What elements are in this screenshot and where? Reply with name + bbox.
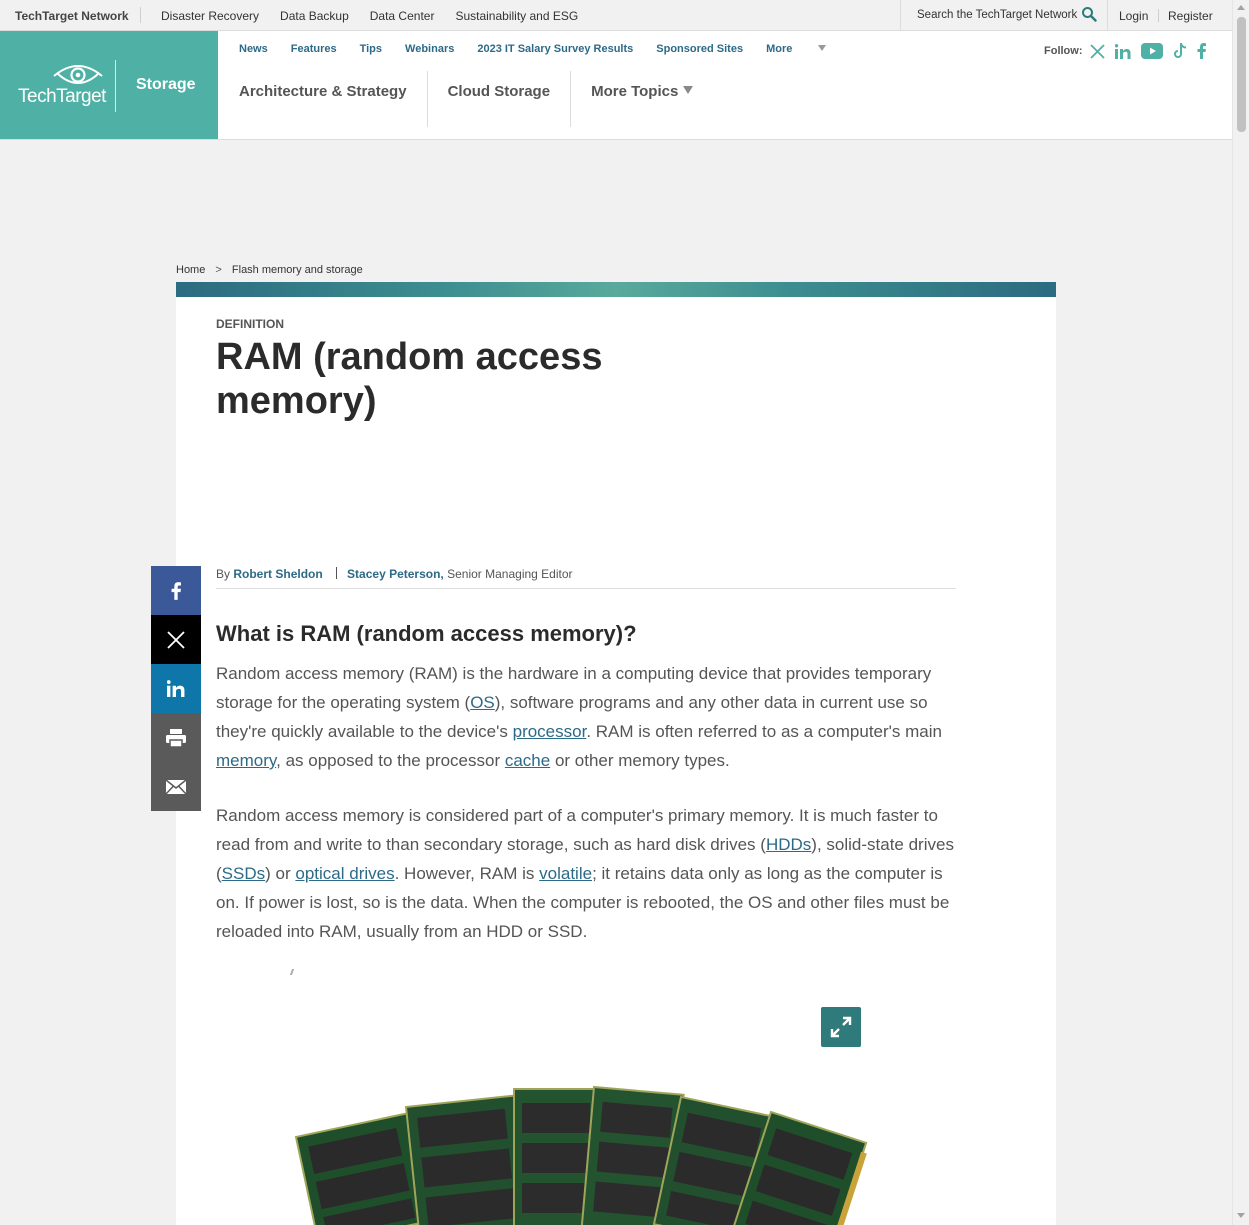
link-ssds[interactable]: SSDs xyxy=(222,864,265,883)
logo-text: TechTarget xyxy=(18,86,106,107)
breadcrumb: Home > Flash memory and storage xyxy=(176,264,363,276)
site-name[interactable]: Storage xyxy=(136,76,196,94)
linkedin-icon xyxy=(167,680,185,697)
scroll-down-arrow-icon[interactable] xyxy=(1237,1213,1245,1218)
article-paragraph-1: Random access memory (RAM) is the hardwa… xyxy=(216,659,961,775)
topic-label: Cloud Storage xyxy=(447,83,551,100)
topic-label: More Topics xyxy=(591,83,679,100)
share-x-button[interactable] xyxy=(151,615,201,664)
byline: By Robert Sheldon Stacey Peterson, Senio… xyxy=(216,567,956,589)
sub-navigation: News Features Tips Webinars 2023 IT Sala… xyxy=(239,43,872,55)
subnav-webinars[interactable]: Webinars xyxy=(405,43,454,55)
divider xyxy=(115,60,116,112)
login-link[interactable]: Login xyxy=(1119,9,1148,23)
facebook-icon xyxy=(171,581,181,600)
page-scrollbar[interactable] xyxy=(1232,0,1249,1225)
subnav-features[interactable]: Features xyxy=(291,43,337,55)
search-input[interactable]: Search the TechTarget Network xyxy=(917,9,1077,21)
breadcrumb-current[interactable]: Flash memory and storage xyxy=(232,264,363,276)
text-segment: ) or xyxy=(265,864,296,883)
page-title: RAM (random access memory) xyxy=(216,336,603,422)
link-processor[interactable]: processor xyxy=(513,722,587,741)
follow-links: Follow: xyxy=(1044,43,1216,59)
share-facebook-button[interactable] xyxy=(151,566,201,615)
link-optical-drives[interactable]: optical drives xyxy=(295,864,394,883)
techtarget-eye-logo xyxy=(53,65,103,84)
text-segment: , as opposed to the processor xyxy=(276,751,505,770)
topic-architecture-strategy[interactable]: Architecture & Strategy xyxy=(219,71,428,127)
link-volatile[interactable]: volatile xyxy=(539,864,592,883)
article-type-label: DEFINITION xyxy=(216,317,284,331)
author-role: Senior Managing Editor xyxy=(447,567,573,581)
section-heading: What is RAM (random access memory)? xyxy=(216,621,637,646)
link-hdds[interactable]: HDDs xyxy=(766,835,811,854)
subnav-more-label: More xyxy=(766,43,793,55)
scroll-up-arrow-icon[interactable] xyxy=(1237,5,1245,10)
breadcrumb-home[interactable]: Home xyxy=(176,264,205,276)
email-button[interactable] xyxy=(151,762,201,811)
image-artifact xyxy=(289,969,295,975)
text-segment: . RAM is often referred to as a computer… xyxy=(586,722,942,741)
article-header-bar xyxy=(176,282,1056,297)
network-link-disaster-recovery[interactable]: Disaster Recovery xyxy=(161,9,259,23)
network-link-sustainability[interactable]: Sustainability and ESG xyxy=(455,9,578,23)
email-icon xyxy=(165,778,187,795)
chevron-down-icon xyxy=(818,45,827,51)
link-cache[interactable]: cache xyxy=(505,751,550,770)
ram-modules-image xyxy=(294,1085,868,1225)
author-link-robert-sheldon[interactable]: Robert Sheldon xyxy=(233,567,322,581)
link-memory[interactable]: memory xyxy=(216,751,276,770)
subnav-news[interactable]: News xyxy=(239,43,268,55)
topic-cloud-storage[interactable]: Cloud Storage xyxy=(428,71,572,127)
article-body: DEFINITION RAM (random access memory) By… xyxy=(176,297,1056,1225)
topic-label: Architecture & Strategy xyxy=(239,83,407,100)
link-os[interactable]: OS xyxy=(470,693,495,712)
divider xyxy=(1158,9,1159,22)
network-bar: TechTarget Network Disaster Recovery Dat… xyxy=(0,0,1232,31)
network-links: Disaster Recovery Data Backup Data Cente… xyxy=(161,9,578,23)
breadcrumb-separator: > xyxy=(215,264,222,276)
expand-image-button[interactable] xyxy=(821,1007,861,1047)
linkedin-icon[interactable] xyxy=(1114,43,1131,59)
chevron-down-icon xyxy=(683,86,694,94)
tiktok-icon[interactable] xyxy=(1173,43,1187,59)
print-button[interactable] xyxy=(151,713,201,762)
divider xyxy=(140,7,141,23)
print-icon xyxy=(166,728,186,748)
site-header: TechTarget Storage News Features Tips We… xyxy=(0,31,1232,140)
author-link-stacey-peterson[interactable]: Stacey Peterson, xyxy=(347,567,444,581)
share-linkedin-button[interactable] xyxy=(151,664,201,713)
topic-navigation: Architecture & Strategy Cloud Storage Mo… xyxy=(219,71,713,127)
byline-prefix: By xyxy=(216,567,231,581)
follow-label: Follow: xyxy=(1044,45,1083,57)
scrollbar-thumb[interactable] xyxy=(1237,17,1246,132)
subnav-more[interactable]: More xyxy=(766,43,849,55)
facebook-icon[interactable] xyxy=(1197,43,1206,59)
network-name-link[interactable]: TechTarget Network xyxy=(15,9,129,23)
brand-block[interactable]: TechTarget Storage xyxy=(0,31,218,139)
search-icon[interactable] xyxy=(1081,6,1097,22)
register-link[interactable]: Register xyxy=(1168,9,1213,23)
share-bar xyxy=(151,566,201,811)
network-search[interactable]: Search the TechTarget Network xyxy=(900,0,1108,30)
subnav-tips[interactable]: Tips xyxy=(360,43,382,55)
expand-icon xyxy=(830,1016,852,1038)
network-link-data-center[interactable]: Data Center xyxy=(370,9,435,23)
subnav-salary-survey[interactable]: 2023 IT Salary Survey Results xyxy=(477,43,633,55)
youtube-icon[interactable] xyxy=(1140,43,1163,59)
x-icon[interactable] xyxy=(1089,43,1105,59)
divider xyxy=(336,567,338,579)
text-segment: or other memory types. xyxy=(550,751,730,770)
subnav-sponsored-sites[interactable]: Sponsored Sites xyxy=(656,43,743,55)
x-icon xyxy=(167,630,185,649)
text-segment: . However, RAM is xyxy=(394,864,540,883)
network-link-data-backup[interactable]: Data Backup xyxy=(280,9,349,23)
topic-more-topics[interactable]: More Topics xyxy=(571,71,713,127)
article-paragraph-2: Random access memory is considered part … xyxy=(216,801,961,946)
